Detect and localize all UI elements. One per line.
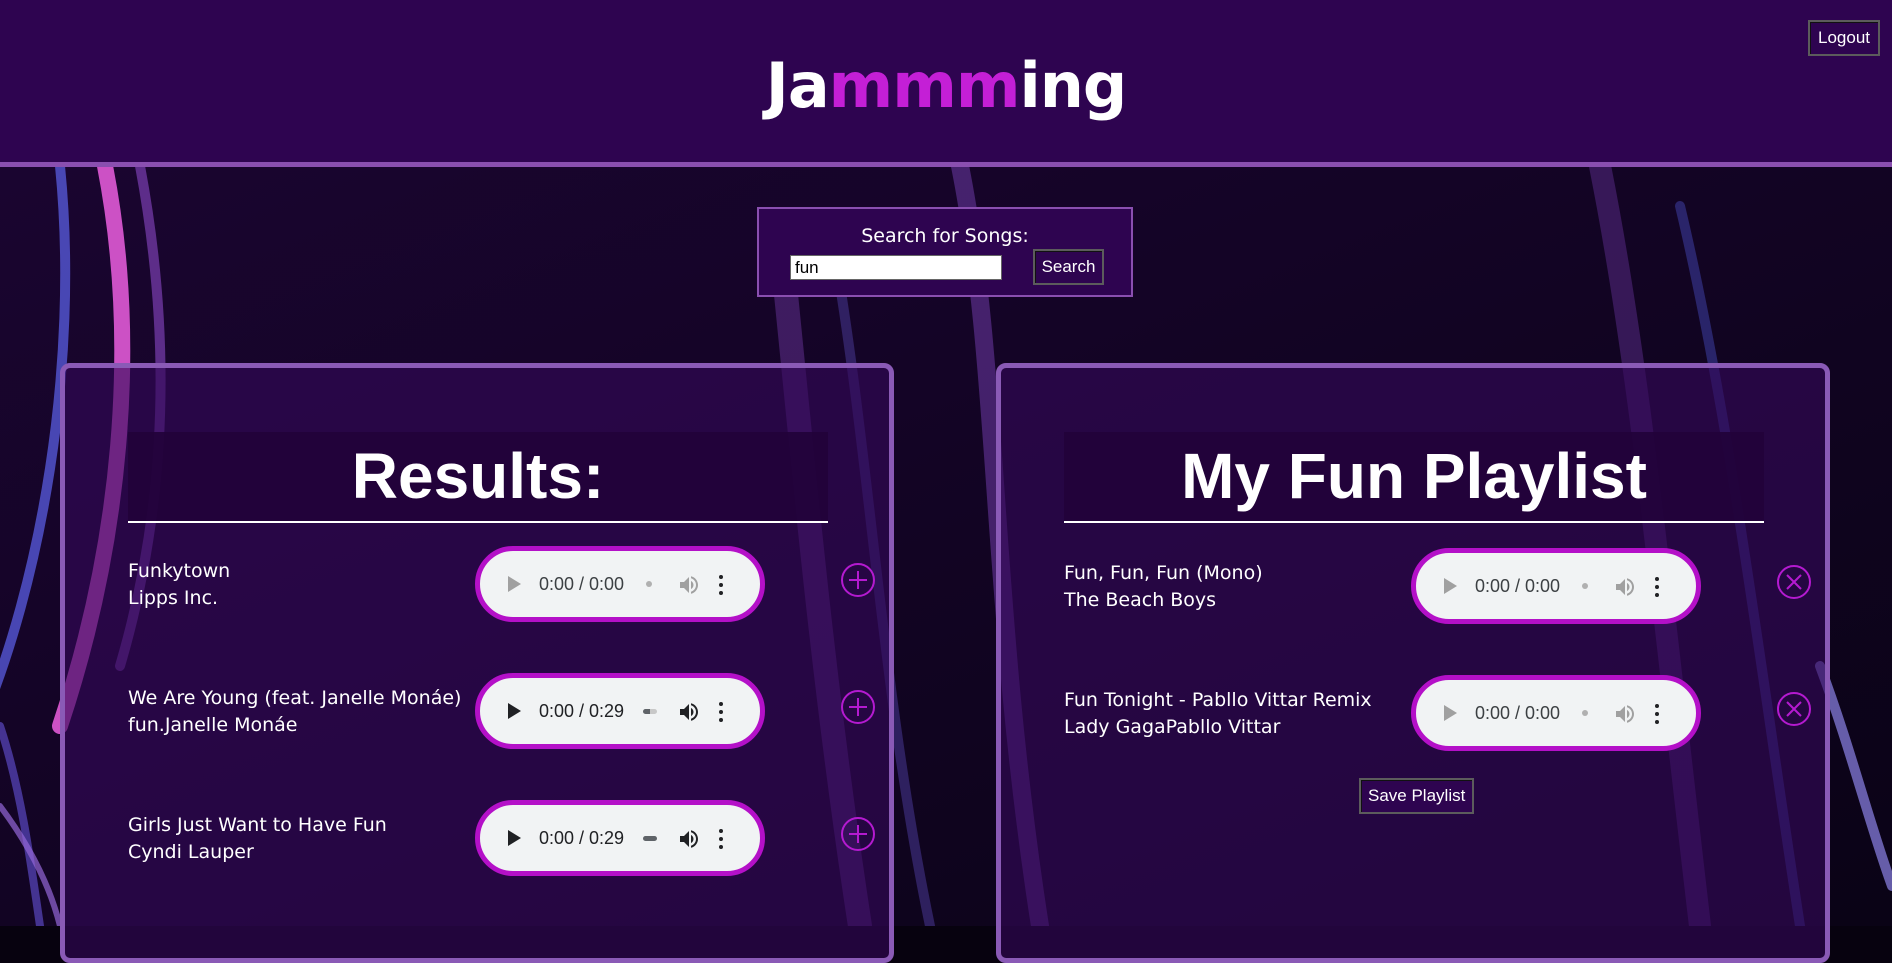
app-title-part2: ing — [1019, 49, 1127, 122]
app-title-highlight: mmm — [828, 49, 1021, 122]
audio-player[interactable]: 0:00 / 0:29 — [475, 673, 765, 749]
play-icon[interactable] — [1444, 578, 1457, 594]
logout-button[interactable]: Logout — [1808, 20, 1880, 56]
more-options-icon[interactable] — [717, 700, 725, 724]
app-title: Jammming — [0, 48, 1892, 124]
plus-circle-icon — [849, 698, 867, 716]
track-info: Fun Tonight - Pabllo Vittar Remix Lady G… — [1064, 687, 1404, 741]
volume-icon[interactable] — [677, 700, 701, 724]
search-panel: Search for Songs: Search — [757, 207, 1133, 297]
track-info: Funkytown Lipps Inc. — [128, 558, 468, 612]
track-info: Fun, Fun, Fun (Mono) The Beach Boys — [1064, 560, 1404, 614]
save-playlist-button[interactable]: Save Playlist — [1359, 778, 1475, 814]
track-artist: fun.Janelle Monáe — [128, 714, 298, 736]
track-name: We Are Young (feat. Janelle Monáe) — [128, 687, 462, 709]
play-icon[interactable] — [508, 703, 521, 719]
results-header: Results: — [128, 432, 828, 523]
x-circle-icon — [1786, 574, 1802, 590]
track-name: Fun, Fun, Fun (Mono) — [1064, 562, 1263, 584]
track-name: Girls Just Want to Have Fun — [128, 814, 387, 836]
search-button[interactable]: Search — [1033, 249, 1104, 285]
more-options-icon[interactable] — [717, 573, 725, 597]
volume-icon[interactable] — [1613, 702, 1637, 726]
playlist-header: My Fun Playlist — [1064, 432, 1764, 523]
plus-circle-icon — [849, 825, 867, 843]
volume-icon[interactable] — [1613, 575, 1637, 599]
progress-slider[interactable] — [646, 581, 652, 587]
audio-player[interactable]: 0:00 / 0:00 — [1411, 675, 1701, 751]
app-header: Jammming Logout — [0, 0, 1892, 167]
track-artist: The Beach Boys — [1064, 589, 1217, 611]
search-label: Search for Songs: — [861, 225, 1029, 247]
track-name: Fun Tonight - Pabllo Vittar Remix — [1064, 689, 1372, 711]
track-info: Girls Just Want to Have Fun Cyndi Lauper — [128, 812, 468, 866]
player-time: 0:00 / 0:29 — [539, 828, 625, 848]
progress-slider[interactable] — [1582, 710, 1588, 716]
progress-slider[interactable] — [643, 836, 657, 841]
track-artist: Lipps Inc. — [128, 587, 219, 609]
audio-player[interactable]: 0:00 / 0:00 — [1411, 548, 1701, 624]
player-time: 0:00 / 0:00 — [539, 574, 625, 594]
playlist-track: Fun, Fun, Fun (Mono) The Beach Boys 0:00… — [1064, 548, 1811, 628]
volume-icon[interactable] — [677, 573, 701, 597]
result-track: We Are Young (feat. Janelle Monáe) fun.J… — [128, 673, 875, 753]
progress-slider[interactable] — [1582, 583, 1588, 589]
audio-player[interactable]: 0:00 / 0:29 — [475, 800, 765, 876]
add-track-button[interactable] — [841, 817, 875, 851]
player-time: 0:00 / 0:29 — [539, 701, 625, 721]
remove-track-button[interactable] — [1777, 692, 1811, 726]
result-track: Funkytown Lipps Inc. 0:00 / 0:00 — [128, 546, 875, 626]
add-track-button[interactable] — [841, 563, 875, 597]
more-options-icon[interactable] — [1653, 575, 1661, 599]
playlist-panel: My Fun Playlist Fun, Fun, Fun (Mono) The… — [996, 363, 1830, 963]
results-panel: Results: Funkytown Lipps Inc. 0:00 / 0:0… — [60, 363, 894, 963]
plus-circle-icon — [849, 571, 867, 589]
x-circle-icon — [1786, 701, 1802, 717]
play-icon[interactable] — [508, 830, 521, 846]
track-info: We Are Young (feat. Janelle Monáe) fun.J… — [128, 685, 468, 739]
result-track: Girls Just Want to Have Fun Cyndi Lauper… — [128, 800, 875, 880]
more-options-icon[interactable] — [717, 827, 725, 851]
play-icon[interactable] — [1444, 705, 1457, 721]
progress-slider[interactable] — [643, 709, 657, 714]
app-title-part1: Ja — [765, 49, 830, 122]
playlist-title[interactable]: My Fun Playlist — [1064, 432, 1764, 521]
more-options-icon[interactable] — [1653, 702, 1661, 726]
audio-player[interactable]: 0:00 / 0:00 — [475, 546, 765, 622]
player-time: 0:00 / 0:00 — [1475, 703, 1561, 723]
play-icon[interactable] — [508, 576, 521, 592]
volume-icon[interactable] — [677, 827, 701, 851]
remove-track-button[interactable] — [1777, 565, 1811, 599]
track-artist: Cyndi Lauper — [128, 841, 254, 863]
add-track-button[interactable] — [841, 690, 875, 724]
search-input[interactable] — [790, 255, 1002, 280]
track-name: Funkytown — [128, 560, 231, 582]
track-artist: Lady GagaPabllo Vittar — [1064, 716, 1281, 738]
playlist-track: Fun Tonight - Pabllo Vittar Remix Lady G… — [1064, 675, 1811, 755]
player-time: 0:00 / 0:00 — [1475, 576, 1561, 596]
results-title: Results: — [351, 440, 605, 512]
